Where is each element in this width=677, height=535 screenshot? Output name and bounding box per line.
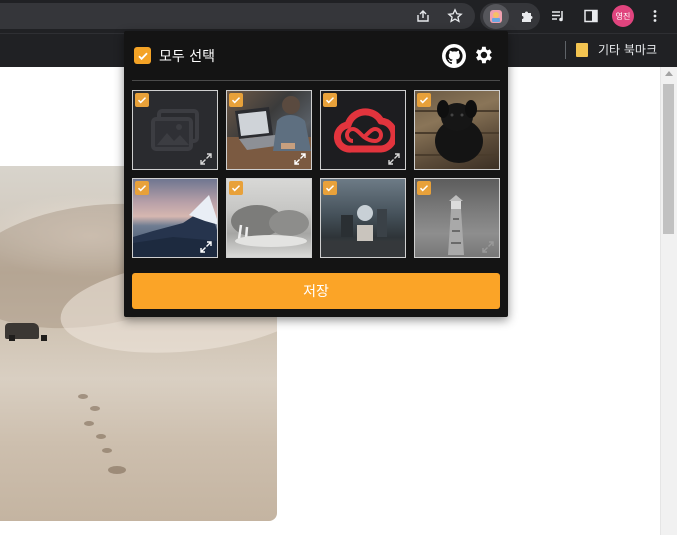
bookmarks-separator bbox=[565, 41, 566, 59]
header-divider bbox=[132, 80, 500, 81]
expand-icon[interactable] bbox=[294, 153, 306, 165]
image-tile-1[interactable] bbox=[132, 90, 218, 170]
profile-avatar[interactable]: 영진 bbox=[612, 5, 634, 27]
footprint bbox=[78, 394, 88, 399]
address-bar[interactable] bbox=[0, 3, 475, 29]
extensions-puzzle-icon[interactable] bbox=[516, 5, 538, 27]
expand-icon[interactable] bbox=[200, 241, 212, 253]
image-tile-4[interactable] bbox=[414, 90, 500, 170]
bookmark-star-icon[interactable] bbox=[444, 5, 466, 27]
image-tile-3[interactable] bbox=[320, 90, 406, 170]
tile-checkbox[interactable] bbox=[323, 93, 337, 107]
footprint bbox=[90, 406, 100, 411]
tile-checkbox[interactable] bbox=[417, 181, 431, 195]
tile-checkbox[interactable] bbox=[135, 93, 149, 107]
media-control-icon[interactable] bbox=[547, 5, 569, 27]
footprint bbox=[84, 421, 94, 426]
select-all-label[interactable]: 모두 선택 bbox=[159, 46, 215, 66]
select-all-checkbox[interactable] bbox=[134, 47, 151, 64]
browser-toolbar: 영진 bbox=[0, 0, 677, 33]
expand-icon[interactable] bbox=[200, 153, 212, 165]
footprint bbox=[102, 448, 112, 453]
footprint bbox=[108, 466, 126, 474]
profile-initials: 영진 bbox=[615, 11, 631, 21]
scroll-up-arrow-icon[interactable] bbox=[665, 71, 673, 76]
tile-checkbox[interactable] bbox=[135, 181, 149, 195]
more-menu-icon[interactable] bbox=[644, 5, 666, 27]
github-icon[interactable] bbox=[442, 44, 466, 68]
tile-checkbox[interactable] bbox=[229, 181, 243, 195]
image-downloader-popup: 모두 선택 저장 bbox=[124, 31, 508, 317]
image-downloader-extension-icon[interactable] bbox=[483, 4, 509, 29]
image-tile-2[interactable] bbox=[226, 90, 312, 170]
tile-checkbox[interactable] bbox=[323, 181, 337, 195]
adobe-creative-cloud-logo bbox=[333, 108, 395, 153]
expand-icon[interactable] bbox=[482, 241, 494, 253]
tile-checkbox[interactable] bbox=[417, 93, 431, 107]
image-placeholder-icon bbox=[151, 109, 199, 151]
expand-icon[interactable] bbox=[388, 153, 400, 165]
other-bookmarks-label[interactable]: 기타 북마크 bbox=[598, 41, 657, 58]
image-tile-5[interactable] bbox=[132, 178, 218, 258]
footprint bbox=[96, 434, 106, 439]
side-panel-icon[interactable] bbox=[580, 5, 602, 27]
image-tile-7[interactable] bbox=[320, 178, 406, 258]
save-button[interactable]: 저장 bbox=[132, 273, 500, 309]
image-tile-6[interactable] bbox=[226, 178, 312, 258]
image-tile-8[interactable] bbox=[414, 178, 500, 258]
folder-icon[interactable] bbox=[576, 43, 588, 57]
tile-checkbox[interactable] bbox=[229, 93, 243, 107]
image-grid bbox=[132, 90, 500, 258]
share-icon[interactable] bbox=[412, 5, 434, 27]
settings-gear-icon[interactable] bbox=[471, 43, 495, 67]
vehicle-silhouette bbox=[5, 323, 47, 341]
scrollbar-thumb[interactable] bbox=[663, 84, 674, 234]
